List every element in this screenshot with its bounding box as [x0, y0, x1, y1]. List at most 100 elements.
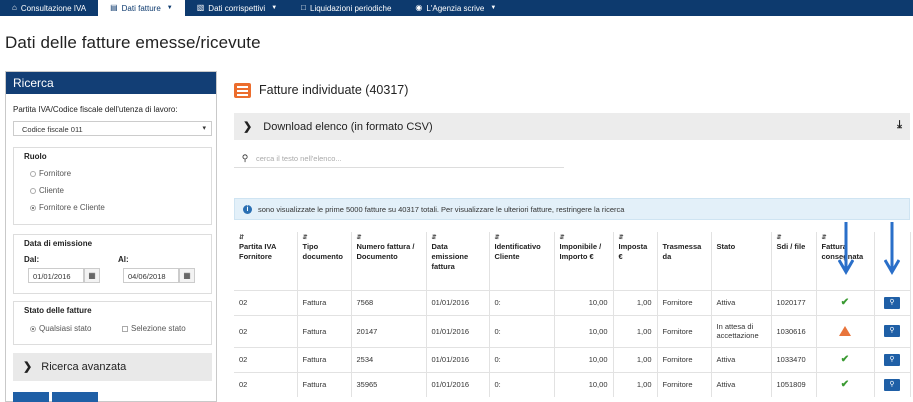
nav-dati-corrispettivi[interactable]: ▧ Dati corrispettivi ▼	[185, 0, 289, 16]
radio-label: Cliente	[39, 186, 64, 195]
ricerca-avanzata-toggle[interactable]: ❯ Ricerca avanzata	[13, 353, 212, 381]
radio-qualsiasi-stato[interactable]: Qualsiasi stato	[30, 324, 91, 333]
col-partita-iva[interactable]: ⇵ Partita IVA Fornitore	[234, 232, 298, 290]
cell-sdi: 1051809	[771, 371, 817, 397]
checkbox-label: Selezione stato	[131, 324, 186, 333]
cell-detail: ⚲	[874, 371, 911, 397]
nav-label: Dati fatture	[121, 3, 161, 13]
stato-title: Stato delle fatture	[24, 306, 92, 315]
stato-group: Stato delle fatture Qualsiasi stato Sele…	[13, 301, 212, 345]
register-icon: ▧	[196, 3, 205, 12]
cell-imponibile: 10,00	[554, 346, 614, 372]
cell-imposta: 1,00	[613, 289, 658, 315]
cell-partita-iva: 02	[234, 371, 298, 397]
cell-stato: Attiva	[711, 371, 772, 397]
radio-selected-icon	[30, 325, 36, 332]
info-alert: i sono visualizzate le prime 5000 fattur…	[234, 198, 910, 220]
nav-label: Dati corrispettivi	[208, 3, 266, 13]
col-stato[interactable]: ⇵Stato	[711, 232, 772, 290]
warning-icon	[839, 326, 851, 336]
sort-icon: ⇵	[618, 235, 624, 241]
cell-trasmessa: Fornitore	[657, 314, 712, 347]
radio-label: Fornitore e Cliente	[39, 203, 105, 212]
col-identificativo-cliente[interactable]: ⇵ Identificativo Cliente	[489, 232, 555, 290]
download-csv-bar[interactable]: ❯ Download elenco (in formato CSV) ⤓	[234, 113, 910, 140]
partita-iva-value: Codice fiscale 011	[22, 125, 83, 134]
table-header-row: ⇵ Partita IVA Fornitore ⇵ Tipo documento ⇵…	[234, 232, 911, 290]
radio-icon	[30, 187, 36, 194]
check-icon: ✔	[840, 379, 850, 391]
radio-label: Fornitore	[39, 169, 72, 178]
sort-icon: ⇵	[302, 235, 308, 241]
info-text: sono visualizzate le prime 5000 fatture …	[258, 204, 625, 214]
results-search[interactable]: ⚲ cerca il testo nell'elenco...	[234, 150, 564, 168]
nav-dati-fatture[interactable]: ▤ Dati fatture ▼	[98, 0, 185, 16]
col-trasmessa-da[interactable]: ⇵Trasmessa da	[657, 232, 712, 290]
search-input[interactable]: cerca il testo nell'elenco...	[256, 154, 342, 163]
nav-label: Consultazione IVA	[20, 3, 87, 13]
nav-consultazione-iva[interactable]: ⌂ Consultazione IVA	[0, 0, 98, 16]
radio-cliente[interactable]: Cliente	[30, 186, 64, 195]
col-imposta[interactable]: ⇵ Imposta €	[613, 232, 658, 290]
table-row[interactable]: 02 Fattura 35965 01/01/2016 0: 10,00 1,00 Forni…	[234, 371, 911, 397]
col-imponibile[interactable]: ⇵ Imponibile / Importo €	[554, 232, 614, 290]
cell-data: 01/01/2016	[426, 314, 490, 347]
checkbox-icon	[122, 325, 128, 332]
col-sdi-file[interactable]: ⇵ Sdi / file	[771, 232, 817, 290]
radio-selected-icon	[30, 204, 36, 211]
ricerca-avanzata-label: Ricerca avanzata	[41, 361, 127, 373]
col-tipo-documento[interactable]: ⇵ Tipo documento	[297, 232, 352, 290]
cell-imposta: 1,00	[613, 346, 658, 372]
magnifier-icon[interactable]: ⚲	[884, 353, 900, 366]
sort-icon: ⇵	[494, 235, 500, 241]
list-icon	[234, 83, 251, 98]
cell-tipo: Fattura	[297, 371, 352, 397]
calendar-icon[interactable]: ▦	[84, 268, 100, 283]
radio-fornitore-e-cliente[interactable]: Fornitore e Cliente	[30, 203, 105, 212]
magnifier-icon[interactable]: ⚲	[884, 296, 900, 309]
cell-partita-iva: 02	[234, 289, 298, 315]
nav-agenzia-scrive[interactable]: ◉ L'Agenzia scrive ▼	[403, 0, 508, 16]
col-data-emissione[interactable]: ⇵ Data emissione fattura	[426, 232, 490, 290]
table-row[interactable]: 02 Fattura 20147 01/01/2016 0: 10,00 1,00 Forni…	[234, 314, 911, 347]
cell-cliente: 0:	[489, 314, 555, 347]
invoices-table: ⇵ Partita IVA Fornitore ⇵ Tipo documento ⇵…	[234, 232, 911, 397]
cell-sdi: 1020177	[771, 289, 817, 315]
dropdown-icon: ▾	[202, 125, 206, 132]
magnifier-icon[interactable]: ⚲	[884, 378, 900, 391]
download-label: Download elenco (in formato CSV)	[263, 121, 433, 133]
data-emissione-title: Data di emissione	[24, 239, 93, 248]
page-title: Dati delle fatture emesse/ricevute	[5, 33, 261, 52]
cell-imposta: 1,00	[613, 371, 658, 397]
document-icon: ▤	[110, 3, 118, 12]
search-panel: Ricerca Partita IVA/Codice fiscale dell'…	[5, 71, 217, 402]
al-date-input[interactable]: 04/06/2018	[123, 268, 179, 283]
check-icon: ✔	[840, 297, 850, 308]
annotation-arrow-down-icon	[838, 222, 854, 275]
cell-tipo: Fattura	[297, 346, 352, 372]
chevron-right-icon: ❯	[23, 361, 33, 373]
dal-date-input[interactable]: 01/01/2016	[28, 268, 84, 283]
magnifier-icon[interactable]: ⚲	[884, 325, 900, 337]
cell-imposta: 1,00	[613, 314, 658, 347]
data-emissione-group: Data di emissione Dal: Al: 01/01/2016 ▦ …	[13, 234, 212, 294]
nav-liquidazioni[interactable]: □ Liquidazioni periodiche	[289, 0, 403, 16]
partita-iva-select[interactable]: Codice fiscale 011 ▾	[13, 121, 212, 136]
sort-icon: ⇵	[239, 235, 245, 241]
table-row[interactable]: 02 Fattura 2534 01/01/2016 0: 10,00 1,00 Fornit…	[234, 346, 911, 372]
caret-down-icon: ▼	[490, 5, 497, 11]
checkbox-selezione-stato[interactable]: Selezione stato	[122, 324, 186, 333]
radio-fornitore[interactable]: Fornitore	[30, 169, 71, 178]
cell-imponibile: 10,00	[554, 371, 614, 397]
col-numero-fattura[interactable]: ⇵ Numero fattura / Documento	[351, 232, 427, 290]
cell-stato: Attiva	[711, 289, 772, 315]
cell-stato: Attiva	[711, 346, 772, 372]
annotation-arrow-down-icon	[884, 222, 900, 275]
search-button[interactable]	[13, 392, 49, 402]
cell-detail: ⚲	[874, 314, 911, 347]
calendar-icon[interactable]: ▦	[179, 268, 195, 283]
table-row[interactable]: 02 Fattura 7568 01/01/2016 0: 10,00 1,00 Fornit…	[234, 289, 911, 315]
partita-iva-label: Partita IVA/Codice fiscale dell'utenza d…	[13, 105, 178, 114]
download-icon[interactable]: ⤓	[897, 119, 902, 132]
reset-button[interactable]	[52, 392, 98, 402]
